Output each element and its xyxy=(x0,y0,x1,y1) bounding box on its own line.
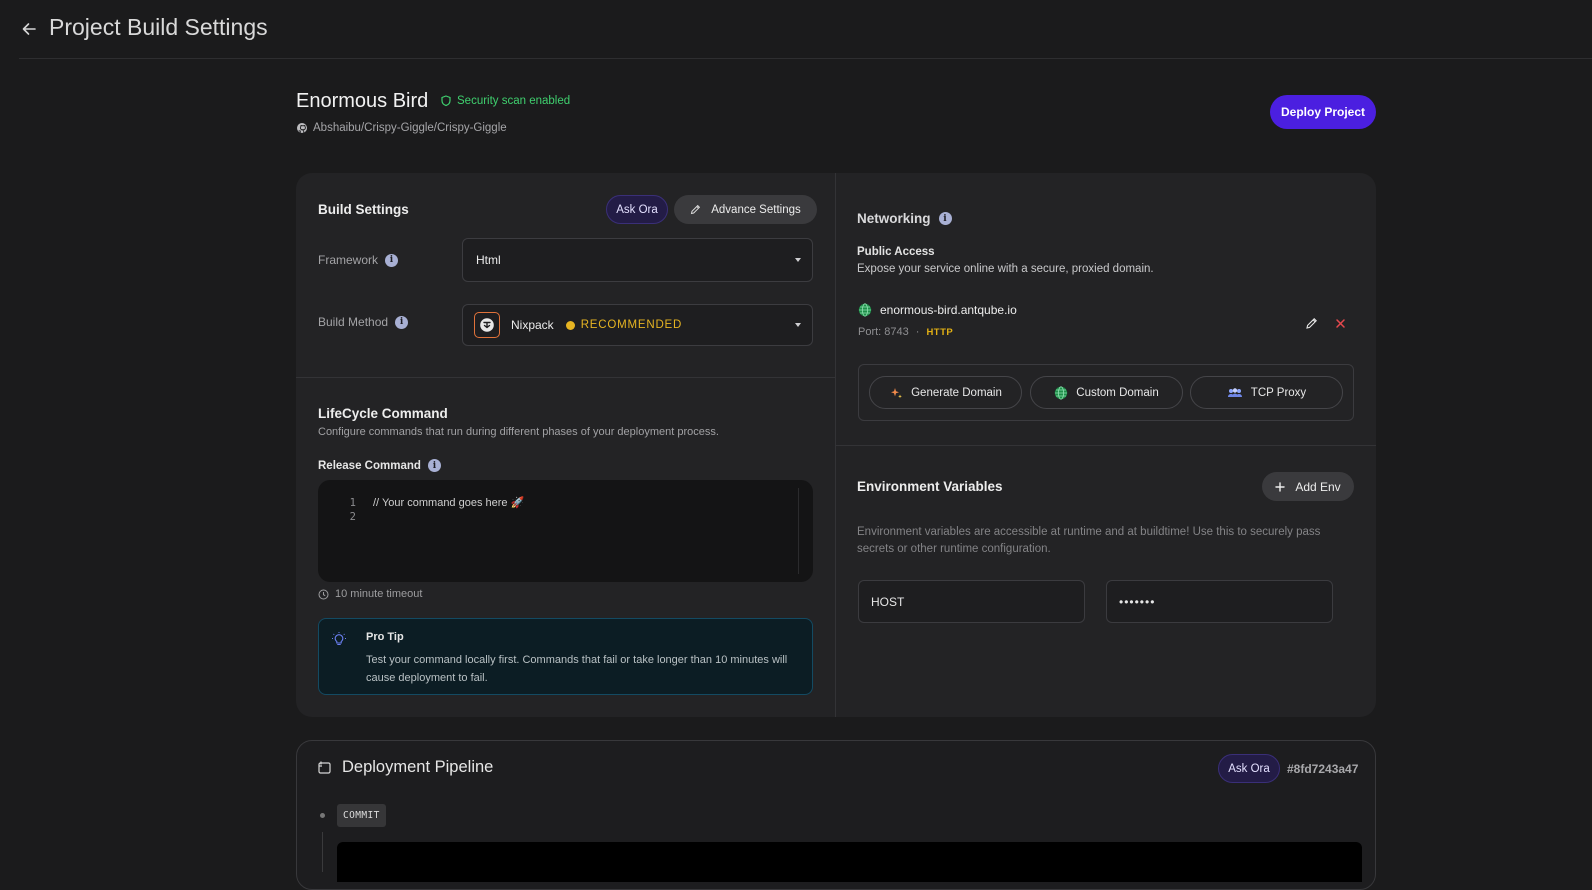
release-command-editor[interactable]: 1 2 // Your command goes here 🚀 xyxy=(318,480,813,582)
globe-icon xyxy=(858,303,872,317)
framework-label-row: Framework i xyxy=(318,253,399,267)
build-settings-title: Build Settings xyxy=(318,202,409,217)
port-row: Port: 8743 · HTTP xyxy=(858,326,953,338)
recommended-dot xyxy=(565,320,575,330)
chevron-down-icon xyxy=(795,258,801,262)
repo-name: Abshaibu/Crispy-Giggle/Crispy-Giggle xyxy=(313,122,507,134)
domain-link[interactable]: enormous-bird.antqube.io xyxy=(880,303,1017,317)
public-access-description: Expose your service online with a secure… xyxy=(857,263,1154,275)
users-icon xyxy=(1227,387,1243,399)
stage-dot xyxy=(320,813,325,818)
build-method-select[interactable]: Nixpack RECOMMENDED xyxy=(462,304,813,346)
env-title: Environment Variables xyxy=(857,479,1003,494)
line-number: 2 xyxy=(349,511,356,523)
arrow-left-icon[interactable] xyxy=(20,20,38,38)
repo-link[interactable]: Abshaibu/Crispy-Giggle/Crispy-Giggle xyxy=(296,122,507,134)
github-icon xyxy=(296,122,308,134)
advance-settings-label: Advance Settings xyxy=(711,203,801,216)
framework-select[interactable]: Html xyxy=(462,238,813,282)
pipeline-ask-ora-button[interactable]: Ask Ora xyxy=(1218,754,1280,783)
recommended-badge: RECOMMENDED xyxy=(565,319,683,331)
commit-hash: #8fd7243a47 xyxy=(1287,762,1359,776)
deploy-project-button[interactable]: Deploy Project xyxy=(1270,95,1376,129)
release-command-label: Release Command xyxy=(318,459,421,472)
ask-ora-button[interactable]: Ask Ora xyxy=(606,195,668,224)
lifecycle-title: LifeCycle Command xyxy=(318,406,448,421)
tcp-proxy-label: TCP Proxy xyxy=(1250,386,1307,399)
custom-domain-label: Custom Domain xyxy=(1076,386,1159,399)
line-number: 1 xyxy=(349,497,356,509)
pipeline-log-block xyxy=(337,842,1362,882)
add-env-label: Add Env xyxy=(1295,479,1341,494)
pro-tip-box: Pro Tip Test your command locally first.… xyxy=(318,618,813,695)
timeout-label: 10 minute timeout xyxy=(335,588,423,600)
env-value-input[interactable]: ••••••• xyxy=(1106,580,1333,623)
pro-tip-title: Pro Tip xyxy=(366,631,404,643)
build-method-value: Nixpack xyxy=(511,318,554,332)
info-icon[interactable]: i xyxy=(938,212,952,225)
add-env-button[interactable]: Add Env xyxy=(1262,472,1354,501)
port-label: Port: 8743 xyxy=(858,326,909,338)
generate-domain-label: Generate Domain xyxy=(911,386,1002,399)
page-title: Project Build Settings xyxy=(49,14,268,40)
info-icon[interactable]: i xyxy=(395,315,409,329)
commit-stage-badge: COMMIT xyxy=(337,804,386,827)
public-access-title: Public Access xyxy=(857,246,935,258)
protocol-badge: HTTP xyxy=(926,326,954,338)
custom-domain-button[interactable]: Custom Domain xyxy=(1030,376,1183,409)
lightbulb-icon xyxy=(331,631,347,647)
domain-row: enormous-bird.antqube.io xyxy=(858,303,1017,317)
timeout-note: 10 minute timeout xyxy=(318,588,422,600)
globe-icon xyxy=(1054,385,1068,400)
networking-title-row: Networking i xyxy=(857,211,952,226)
edit-domain-icon[interactable] xyxy=(1305,317,1318,330)
chevron-down-icon xyxy=(795,323,801,327)
build-method-label: Build Method xyxy=(318,315,389,329)
security-badge-label: Security scan enabled xyxy=(457,95,571,107)
recommended-label: RECOMMENDED xyxy=(580,319,683,331)
line-numbers: 1 2 xyxy=(344,496,356,524)
separator-dot: · xyxy=(915,326,920,338)
editor-scrollbar[interactable] xyxy=(798,488,799,574)
networking-title: Networking xyxy=(857,211,931,226)
nixpack-icon xyxy=(474,312,500,338)
plus-icon xyxy=(1275,481,1286,492)
lifecycle-description: Configure commands that run during diffe… xyxy=(318,426,719,438)
build-section-divider xyxy=(296,377,835,378)
info-icon[interactable]: i xyxy=(385,253,399,267)
clock-icon xyxy=(318,589,329,600)
pro-tip-body: Test your command locally first. Command… xyxy=(366,654,788,684)
networking-section-divider xyxy=(836,445,1376,446)
generate-domain-button[interactable]: Generate Domain xyxy=(869,376,1022,409)
env-description: Environment variables are accessible at … xyxy=(857,526,1321,555)
framework-value: Html xyxy=(476,253,501,267)
top-bar: Project Build Settings xyxy=(0,0,1592,59)
pipeline-connector xyxy=(322,832,323,872)
pencil-icon xyxy=(690,204,701,215)
pipeline-title-row: Deployment Pipeline xyxy=(317,758,493,777)
env-key-input[interactable]: HOST xyxy=(858,580,1085,623)
shield-icon xyxy=(440,95,452,107)
editor-code[interactable]: // Your command goes here 🚀 xyxy=(373,496,524,510)
header-divider xyxy=(19,58,1592,59)
build-method-label-row: Build Method i xyxy=(318,315,409,329)
info-icon[interactable]: i xyxy=(427,459,441,472)
pipeline-title: Deployment Pipeline xyxy=(342,758,494,776)
pipeline-icon xyxy=(317,760,332,775)
release-command-label-row: Release Command i xyxy=(318,459,441,472)
project-name: Enormous Bird xyxy=(296,90,429,112)
framework-label: Framework xyxy=(318,253,379,267)
advance-settings-button[interactable]: Advance Settings xyxy=(674,195,817,224)
sparkle-icon xyxy=(889,386,903,400)
security-badge: Security scan enabled xyxy=(440,95,570,107)
close-icon[interactable] xyxy=(1334,317,1347,330)
tcp-proxy-button[interactable]: TCP Proxy xyxy=(1190,376,1343,409)
